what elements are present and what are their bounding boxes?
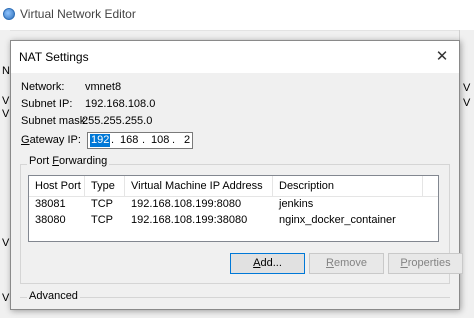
add-button[interactable]: Add... [230, 253, 305, 274]
gateway-octet-3[interactable]: 108 [151, 134, 169, 147]
subnet-mask-label: Subnet mask: [21, 115, 89, 127]
table-row[interactable]: 38081 TCP 192.168.108.199:8080 jenkins [29, 197, 438, 213]
parent-window-title: Virtual Network Editor [20, 7, 136, 21]
host-port-cell: 38080 [35, 214, 66, 226]
type-cell: TCP [91, 214, 113, 226]
advanced-title: Advanced [27, 290, 80, 302]
parent-fragment: V [463, 82, 471, 94]
host-port-cell: 38081 [35, 198, 66, 210]
subnet-ip-label: Subnet IP: [21, 98, 73, 110]
network-label: Network: [21, 81, 65, 93]
column-header-host-port[interactable]: Host Port [29, 176, 85, 196]
gateway-octet-2[interactable]: 168 [120, 134, 138, 147]
column-header-vm-ip[interactable]: Virtual Machine IP Address [125, 176, 273, 196]
network-value: vmnet8 [85, 81, 122, 93]
parent-fragment: V [2, 108, 10, 120]
gateway-ip-label: Gateway IP: [21, 134, 81, 146]
parent-titlebar: Virtual Network Editor [0, 0, 474, 31]
parent-fragment: V [2, 95, 10, 107]
gateway-octet-1[interactable]: 192 [90, 134, 111, 147]
type-cell: TCP [91, 198, 113, 210]
dialog-titlebar[interactable]: NAT Settings ✕ [11, 41, 459, 73]
parent-fragment: N [2, 65, 10, 77]
octet-separator: . [172, 134, 176, 146]
dialog-title: NAT Settings [19, 50, 89, 64]
nat-settings-dialog: NAT Settings ✕ Network: vmnet8 Subnet IP… [10, 40, 463, 310]
description-cell: nginx_docker_container [279, 214, 396, 226]
parent-fragment: V [463, 97, 471, 109]
close-icon[interactable]: ✕ [431, 46, 453, 68]
subnet-mask-value: 255.255.255.0 [82, 115, 153, 127]
parent-window-left-edge: N V V V V [0, 30, 10, 304]
properties-button[interactable]: Properties [388, 253, 463, 274]
gateway-ip-input[interactable]: 192 . 168 . 108 . 2 [87, 132, 193, 149]
vm-ip-cell: 192.168.108.199:38080 [131, 214, 248, 226]
parent-fragment: V [2, 292, 10, 304]
column-header-type[interactable]: Type [85, 176, 125, 196]
remove-button[interactable]: Remove [309, 253, 384, 274]
list-header: Host Port Type Virtual Machine IP Addres… [29, 176, 438, 197]
advanced-group [20, 297, 450, 318]
parent-fragment: V [2, 237, 10, 249]
octet-separator: . [111, 134, 115, 146]
network-globe-icon [3, 8, 15, 20]
gateway-octet-4[interactable]: 2 [184, 134, 190, 147]
octet-separator: . [142, 134, 146, 146]
port-forwarding-title: Port Forwarding [27, 155, 110, 167]
column-header-description[interactable]: Description [273, 176, 423, 196]
table-row[interactable]: 38080 TCP 192.168.108.199:38080 nginx_do… [29, 213, 438, 229]
port-forwarding-list[interactable]: Host Port Type Virtual Machine IP Addres… [28, 175, 439, 242]
vm-ip-cell: 192.168.108.199:8080 [131, 198, 242, 210]
description-cell: jenkins [279, 198, 314, 210]
subnet-ip-value: 192.168.108.0 [85, 98, 156, 110]
